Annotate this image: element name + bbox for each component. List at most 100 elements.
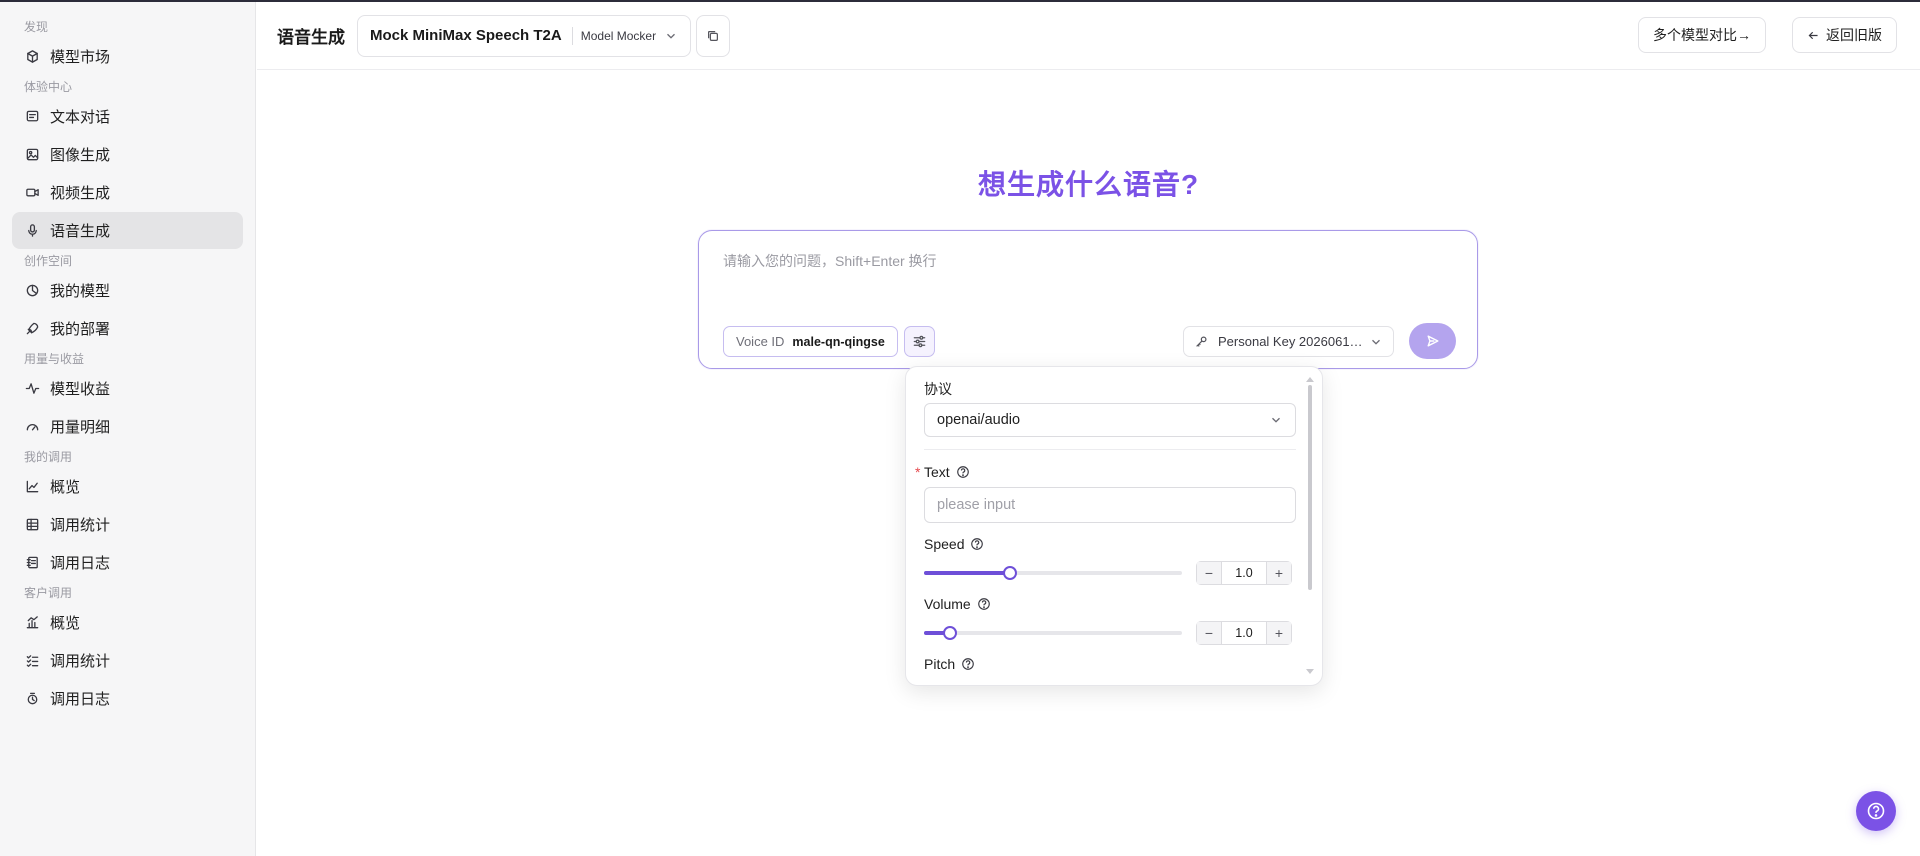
parameter-panel: 协议 openai/audio * Text Speed − 1.0 + [905,366,1323,686]
sidebar-item[interactable]: 图像生成 [12,136,243,173]
voice-id-value: male-qn-qingse [792,334,885,349]
api-key-select[interactable]: Personal Key 20260616... [1183,326,1394,357]
checklist-icon [24,653,40,669]
voice-id-label: Voice ID [736,334,785,349]
slider-thumb[interactable] [1002,566,1017,580]
sidebar-item[interactable]: 视频生成 [12,174,243,211]
chevron-down-icon [656,29,678,43]
prompt-composer: Voice ID male-qn-qingse Personal Key 202… [698,230,1478,369]
help-icon[interactable] [964,537,984,551]
help-icon[interactable] [955,657,975,671]
sidebar-item[interactable]: 语音生成 [12,212,243,249]
model-provider: Model Mocker [580,28,657,43]
header: 语音生成 Mock MiniMax Speech T2A Model Mocke… [257,2,1920,70]
page-title: 语音生成 [277,28,345,47]
sidebar-item-label: 概览 [50,479,81,496]
mic-icon [24,223,40,239]
protocol-label-text: 协议 [924,381,952,397]
text-field-label: * Text [915,464,970,480]
gauge-icon [24,419,40,435]
sidebar-item[interactable]: 文本对话 [12,98,243,135]
sidebar: 发现模型市场体验中心文本对话图像生成视频生成语音生成创作空间我的模型我的部署用量… [0,2,256,856]
volume-label: Volume [924,596,991,612]
sidebar-item-label: 语音生成 [50,223,111,240]
voice-id-chip[interactable]: Voice ID male-qn-qingse [723,326,898,357]
speed-increment-button[interactable]: + [1267,562,1291,584]
sidebar-item[interactable]: 调用统计 [12,506,243,543]
back-label: 返回旧版 [1826,27,1882,43]
slider-fill [924,571,1010,575]
compare-models-label: 多个模型对比→ [1653,27,1751,43]
speed-decrement-button[interactable]: − [1197,562,1221,584]
chevron-down-icon [1261,413,1283,427]
volume-label-text: Volume [924,596,971,612]
sidebar-item-label: 我的模型 [50,283,111,300]
key-icon [1194,335,1218,349]
arrow-left-icon [1808,31,1818,39]
sidebar-item[interactable]: 调用日志 [12,544,243,581]
speed-value[interactable]: 1.0 [1221,562,1267,584]
question-icon [1867,802,1885,820]
sidebar-item[interactable]: 调用统计 [12,642,243,679]
sidebar-item[interactable]: 调用日志 [12,680,243,717]
sidebar-item[interactable]: 用量明细 [12,408,243,445]
table-icon [24,517,40,533]
back-to-old-version-button[interactable]: 返回旧版 [1792,17,1897,53]
volume-decrement-button[interactable]: − [1197,622,1221,644]
sidebar-item-label: 图像生成 [50,147,111,164]
sidebar-item-label: 模型收益 [50,381,111,398]
speed-slider[interactable] [924,566,1182,580]
send-button[interactable] [1409,323,1456,359]
sidebar-item-label: 概览 [50,615,81,632]
sidebar-item-label: 模型市场 [50,49,111,66]
panel-divider [924,449,1296,450]
scroll-up-arrow[interactable] [1306,377,1314,382]
compare-models-button[interactable]: 多个模型对比→ [1638,17,1766,53]
video-icon [24,185,40,201]
sidebar-item-label: 调用日志 [50,555,111,572]
settings-button[interactable] [904,326,935,357]
required-marker: * [915,464,921,480]
log-alt-icon [24,691,40,707]
pulse-icon [24,381,40,397]
help-button[interactable] [1856,791,1896,831]
volume-slider[interactable] [924,626,1182,640]
speed-label: Speed [924,536,984,552]
sidebar-group-label: 用量与收益 [24,352,85,366]
protocol-label: 协议 [924,379,952,399]
sidebar-item-label: 文本对话 [50,109,111,126]
pitch-label: Pitch [924,656,975,672]
bar-chart-icon [24,615,40,631]
sidebar-item[interactable]: 模型市场 [12,38,243,75]
image-icon [24,147,40,163]
sidebar-group-label: 创作空间 [24,254,73,268]
help-icon[interactable] [971,597,991,611]
protocol-select[interactable]: openai/audio [924,403,1296,437]
slider-thumb[interactable] [942,626,957,640]
speed-stepper: − 1.0 + [1196,561,1292,585]
sidebar-item[interactable]: 我的部署 [12,310,243,347]
copy-button[interactable] [696,14,731,57]
sidebar-item[interactable]: 概览 [12,604,243,641]
sidebar-group-label: 发现 [24,20,49,34]
sidebar-item-label: 调用统计 [50,517,111,534]
model-select[interactable]: Mock MiniMax Speech T2A Model Mocker [357,14,692,57]
sidebar-group-label: 客户调用 [24,586,73,600]
speed-label-text: Speed [924,536,965,552]
pitch-label-text: Pitch [924,656,956,672]
sidebar-group-label: 体验中心 [24,80,73,94]
sidebar-item[interactable]: 我的模型 [12,272,243,309]
scroll-down-arrow[interactable] [1306,669,1314,674]
volume-value[interactable]: 1.0 [1221,622,1267,644]
text-input[interactable] [924,487,1296,523]
chevron-down-icon [1363,335,1383,349]
panel-scrollbar[interactable] [1308,385,1312,590]
sidebar-item-label: 视频生成 [50,185,111,202]
sidebar-item[interactable]: 概览 [12,468,243,505]
prompt-input[interactable] [723,251,1453,291]
sidebar-item[interactable]: 模型收益 [12,370,243,407]
copy-icon [708,30,719,41]
chat-icon [24,109,40,125]
help-icon[interactable] [950,465,970,479]
volume-increment-button[interactable]: + [1267,622,1291,644]
